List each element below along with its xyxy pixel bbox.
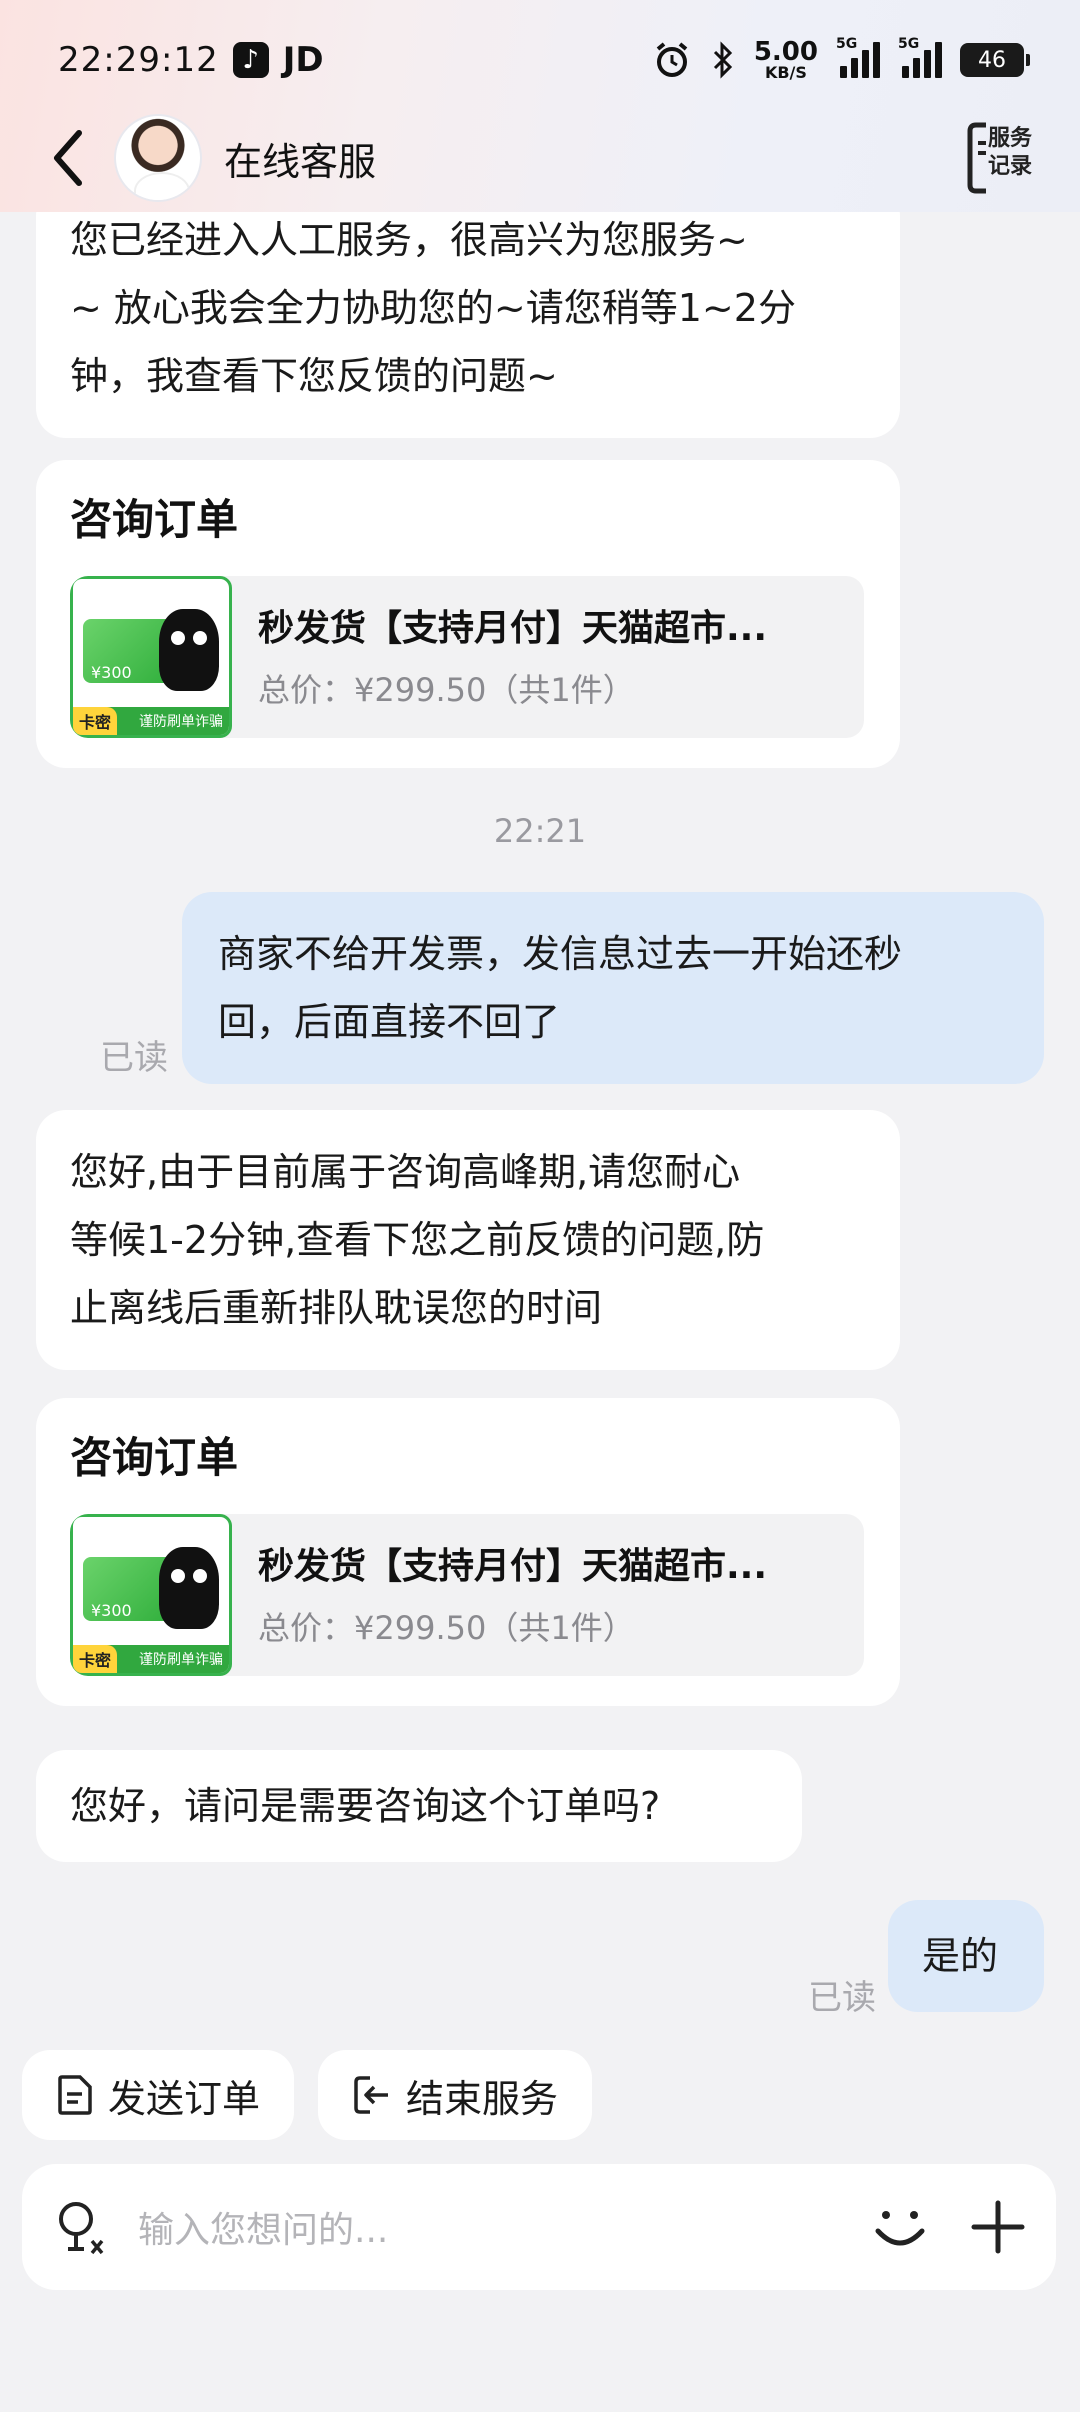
network-speed: 5.00 KB/S — [754, 39, 818, 81]
plus-icon[interactable] — [970, 2199, 1026, 2255]
voice-search-icon[interactable] — [52, 2195, 112, 2259]
product-thumbnail: ¥300 谨防刷单诈骗 卡密 — [70, 576, 232, 738]
signal-tag: 5G — [836, 36, 858, 52]
tmall-cat-icon — [159, 609, 219, 691]
service-record-label: 记录 — [988, 154, 1033, 179]
service-record-button[interactable]: 服务 记录 — [966, 121, 1040, 195]
thumbnail-value: ¥300 — [91, 663, 132, 682]
order-price: 总价：¥299.50（共1件） — [258, 671, 635, 709]
end-service-button[interactable]: 结束服务 — [318, 2050, 593, 2140]
product-thumbnail: ¥300 谨防刷单诈骗 卡密 — [70, 1514, 232, 1676]
tmall-cat-icon — [159, 1547, 219, 1629]
page-title: 在线客服 — [224, 139, 377, 184]
nav-bar: 在线客服 服务 记录 — [0, 104, 1080, 212]
battery-level: 46 — [978, 47, 1006, 73]
exit-icon — [354, 2076, 389, 2114]
document-icon — [58, 2075, 92, 2115]
user-message-bubble: 商家不给开发票，发信息过去一开始还秒 回，后面直接不回了 — [182, 892, 1044, 1084]
agent-message-bubble: 您好,由于目前属于咨询高峰期,请您耐心 等候1-2分钟,查看下您之前反馈的问题,… — [36, 1110, 900, 1370]
order-card[interactable]: 咨询订单 ¥300 谨防刷单诈骗 卡密 秒发货【支持月付】天猫超市... 总价：… — [36, 460, 900, 768]
order-item[interactable]: ¥300 谨防刷单诈骗 卡密 秒发货【支持月付】天猫超市... 总价：¥299.… — [70, 576, 864, 738]
speed-unit: KB/S — [764, 63, 807, 82]
thumbnail-badge: 卡密 — [73, 707, 118, 735]
thumbnail-value: ¥300 — [91, 1601, 132, 1620]
message-line: 您好,由于目前属于咨询高峰期,请您耐心 — [70, 1150, 741, 1194]
message-line: 是的 — [922, 1934, 999, 1978]
end-service-label: 结束服务 — [406, 2076, 559, 2121]
order-item[interactable]: ¥300 谨防刷单诈骗 卡密 秒发货【支持月付】天猫超市... 总价：¥299.… — [70, 1514, 864, 1676]
order-price: 总价：¥299.50（共1件） — [258, 1609, 635, 1647]
chevron-left-icon — [54, 130, 82, 186]
message-line: 您已经进入人工服务，很高兴为您服务~ — [70, 218, 748, 262]
agent-message-bubble: 您已经进入人工服务，很高兴为您服务~ ~ 放心我会全力协助您的~请您稍等1~2分… — [36, 186, 900, 438]
message-line: 商家不给开发票，发信息过去一开始还秒 — [218, 932, 903, 976]
order-title: 秒发货【支持月付】天猫超市... — [258, 1546, 768, 1587]
message-line: 您好，请问是需要咨询这个订单吗? — [70, 1784, 661, 1828]
message-line: 回，后面直接不回了 — [218, 1000, 561, 1044]
user-message-bubble: 是的 — [888, 1900, 1044, 2012]
order-card[interactable]: 咨询订单 ¥300 谨防刷单诈骗 卡密 秒发货【支持月付】天猫超市... 总价：… — [36, 1398, 900, 1706]
send-order-label: 发送订单 — [108, 2076, 261, 2121]
read-status: 已读 — [808, 1978, 876, 2018]
emoji-icon[interactable] — [870, 2197, 930, 2257]
message-line: ~ 放心我会全力协助您的~请您稍等1~2分 — [70, 286, 796, 330]
speed-value: 5.00 — [753, 37, 818, 67]
order-card-heading: 咨询订单 — [70, 1433, 239, 1482]
signal-icon: 5G — [836, 36, 880, 78]
message-line: 止离线后重新排队耽误您的时间 — [70, 1286, 603, 1330]
battery-icon: 46 — [960, 43, 1030, 77]
bluetooth-icon — [713, 41, 732, 79]
order-card-heading: 咨询订单 — [70, 495, 239, 544]
tiktok-icon: ♪ — [232, 42, 269, 78]
avatar — [114, 114, 202, 202]
read-status: 已读 — [100, 1038, 168, 1078]
quick-actions: 发送订单 结束服务 — [22, 2050, 593, 2140]
status-time: 22:29:12 — [58, 40, 219, 80]
agent-message-bubble: 您好，请问是需要咨询这个订单吗? — [36, 1750, 802, 1862]
message-line: 等候1-2分钟,查看下您之前反馈的问题,防 — [70, 1218, 765, 1262]
service-record-label: 服务 — [988, 126, 1033, 151]
header: 22:29:12 ♪ JD 5.00 KB/S 5G 5G 46 在线客服 服务… — [0, 0, 1080, 212]
thumbnail-badge: 卡密 — [73, 1645, 118, 1673]
signal-tag: 5G — [898, 36, 920, 52]
status-bar: 22:29:12 ♪ JD 5.00 KB/S 5G 5G 46 — [0, 0, 1080, 120]
status-app-label: JD — [282, 40, 324, 80]
send-order-button[interactable]: 发送订单 — [22, 2050, 295, 2140]
message-input[interactable]: 输入您想问的... — [138, 2201, 870, 2253]
order-title: 秒发货【支持月付】天猫超市... — [258, 608, 768, 649]
input-bar: 输入您想问的... — [22, 2164, 1056, 2290]
message-line: 钟，我查看下您反馈的问题~ — [70, 354, 558, 398]
alarm-icon — [656, 42, 688, 77]
signal-icon: 5G — [898, 36, 942, 78]
back-button[interactable] — [40, 123, 96, 193]
message-timestamp: 22:21 — [493, 812, 587, 850]
